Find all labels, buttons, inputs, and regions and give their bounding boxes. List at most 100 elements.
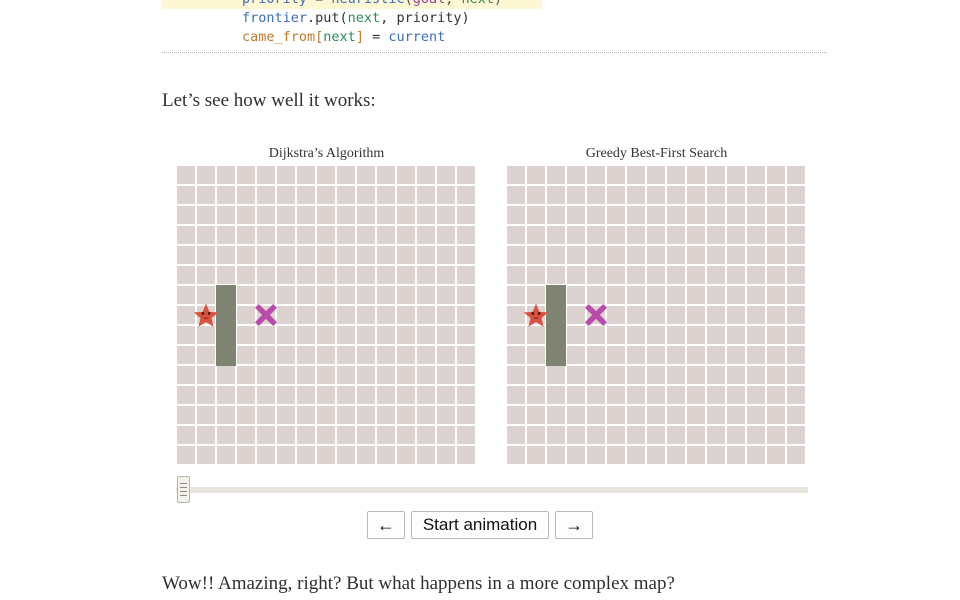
grid-cell[interactable] — [377, 286, 395, 304]
grid-cell[interactable] — [377, 306, 395, 324]
grid-cell[interactable] — [297, 406, 315, 424]
grid-cell[interactable] — [297, 346, 315, 364]
grid-cell[interactable] — [217, 426, 235, 444]
grid-cell[interactable] — [747, 386, 765, 404]
grid-cell[interactable] — [237, 266, 255, 284]
grid-cell[interactable] — [397, 206, 415, 224]
grid-cell[interactable] — [337, 406, 355, 424]
grid-cell[interactable] — [457, 346, 475, 364]
grid-cell[interactable] — [787, 186, 805, 204]
grid-cell[interactable] — [257, 426, 275, 444]
grid-cell[interactable] — [317, 226, 335, 244]
grid-cell[interactable] — [457, 406, 475, 424]
grid-cell[interactable] — [527, 206, 545, 224]
grid-cell[interactable] — [457, 266, 475, 284]
grid-cell[interactable] — [587, 346, 605, 364]
grid-cell[interactable] — [727, 386, 745, 404]
grid-cell[interactable] — [567, 446, 585, 464]
grid-cell[interactable] — [397, 366, 415, 384]
grid-cell[interactable] — [627, 266, 645, 284]
grid-cell[interactable] — [687, 206, 705, 224]
grid-cell[interactable] — [567, 206, 585, 224]
grid-cell[interactable] — [457, 306, 475, 324]
grid-cell[interactable] — [257, 226, 275, 244]
grid-cell[interactable] — [237, 426, 255, 444]
step-forward-button[interactable]: → — [555, 511, 594, 539]
grid-cell[interactable] — [667, 186, 685, 204]
grid-cell[interactable] — [687, 346, 705, 364]
grid-cell[interactable] — [767, 346, 785, 364]
grid-cell[interactable] — [767, 246, 785, 264]
grid-cell[interactable] — [397, 386, 415, 404]
grid-cell[interactable] — [397, 246, 415, 264]
grid-cell[interactable] — [397, 426, 415, 444]
grid-cell[interactable] — [527, 326, 545, 344]
grid-cell[interactable] — [377, 366, 395, 384]
grid-cell[interactable] — [197, 326, 215, 344]
goal-x-icon[interactable] — [584, 303, 608, 327]
grid-cell[interactable] — [687, 246, 705, 264]
grid-cell[interactable] — [197, 246, 215, 264]
grid-cell[interactable] — [767, 226, 785, 244]
grid-cell[interactable] — [787, 366, 805, 384]
grid-cell[interactable] — [237, 446, 255, 464]
grid-cell[interactable] — [607, 346, 625, 364]
grid-cell[interactable] — [437, 446, 455, 464]
grid-cell[interactable] — [177, 426, 195, 444]
grid-cell[interactable] — [607, 426, 625, 444]
grid-cell[interactable] — [707, 406, 725, 424]
grid-cell[interactable] — [257, 386, 275, 404]
grid-cell[interactable] — [177, 406, 195, 424]
grid-cell[interactable] — [417, 286, 435, 304]
grid-cell[interactable] — [237, 346, 255, 364]
grid-cell[interactable] — [377, 326, 395, 344]
grid-cell[interactable] — [257, 286, 275, 304]
grid-cell[interactable] — [377, 406, 395, 424]
grid-cell[interactable] — [607, 166, 625, 184]
grid-cell[interactable] — [257, 326, 275, 344]
grid-cell[interactable] — [397, 226, 415, 244]
grid-cell[interactable] — [507, 406, 525, 424]
grid-cell[interactable] — [667, 326, 685, 344]
grid-cell[interactable] — [337, 166, 355, 184]
grid-cell[interactable] — [647, 426, 665, 444]
grid-cell[interactable] — [257, 206, 275, 224]
grid-cell[interactable] — [667, 266, 685, 284]
grid-cell[interactable] — [707, 366, 725, 384]
grid-wall-cell[interactable] — [546, 285, 566, 306]
grid-cell[interactable] — [417, 406, 435, 424]
grid-cell[interactable] — [747, 426, 765, 444]
grid-wall-cell[interactable] — [216, 325, 236, 346]
grid-cell[interactable] — [747, 366, 765, 384]
grid-cell[interactable] — [607, 386, 625, 404]
grid-cell[interactable] — [197, 386, 215, 404]
grid-cell[interactable] — [787, 426, 805, 444]
grid-cell[interactable] — [437, 246, 455, 264]
grid-cell[interactable] — [337, 286, 355, 304]
grid-cell[interactable] — [277, 386, 295, 404]
grid-cell[interactable] — [627, 446, 645, 464]
grid-cell[interactable] — [457, 426, 475, 444]
grid-cell[interactable] — [507, 266, 525, 284]
grid-cell[interactable] — [527, 406, 545, 424]
grid-cell[interactable] — [217, 446, 235, 464]
grid-cell[interactable] — [767, 166, 785, 184]
grid-cell[interactable] — [337, 206, 355, 224]
grid-cell[interactable] — [747, 326, 765, 344]
grid-cell[interactable] — [437, 186, 455, 204]
grid-cell[interactable] — [197, 186, 215, 204]
grid-cell[interactable] — [727, 246, 745, 264]
grid-cell[interactable] — [257, 166, 275, 184]
grid-cell[interactable] — [687, 326, 705, 344]
grid-cell[interactable] — [417, 426, 435, 444]
grid-cell[interactable] — [627, 366, 645, 384]
step-back-button[interactable]: ← — [366, 511, 405, 539]
grid-cell[interactable] — [727, 446, 745, 464]
grid-cell[interactable] — [647, 446, 665, 464]
grid-cell[interactable] — [257, 406, 275, 424]
grid-cell[interactable] — [277, 446, 295, 464]
grid-cell[interactable] — [397, 286, 415, 304]
grid-cell[interactable] — [627, 286, 645, 304]
grid-cell[interactable] — [647, 286, 665, 304]
grid-cell[interactable] — [277, 246, 295, 264]
